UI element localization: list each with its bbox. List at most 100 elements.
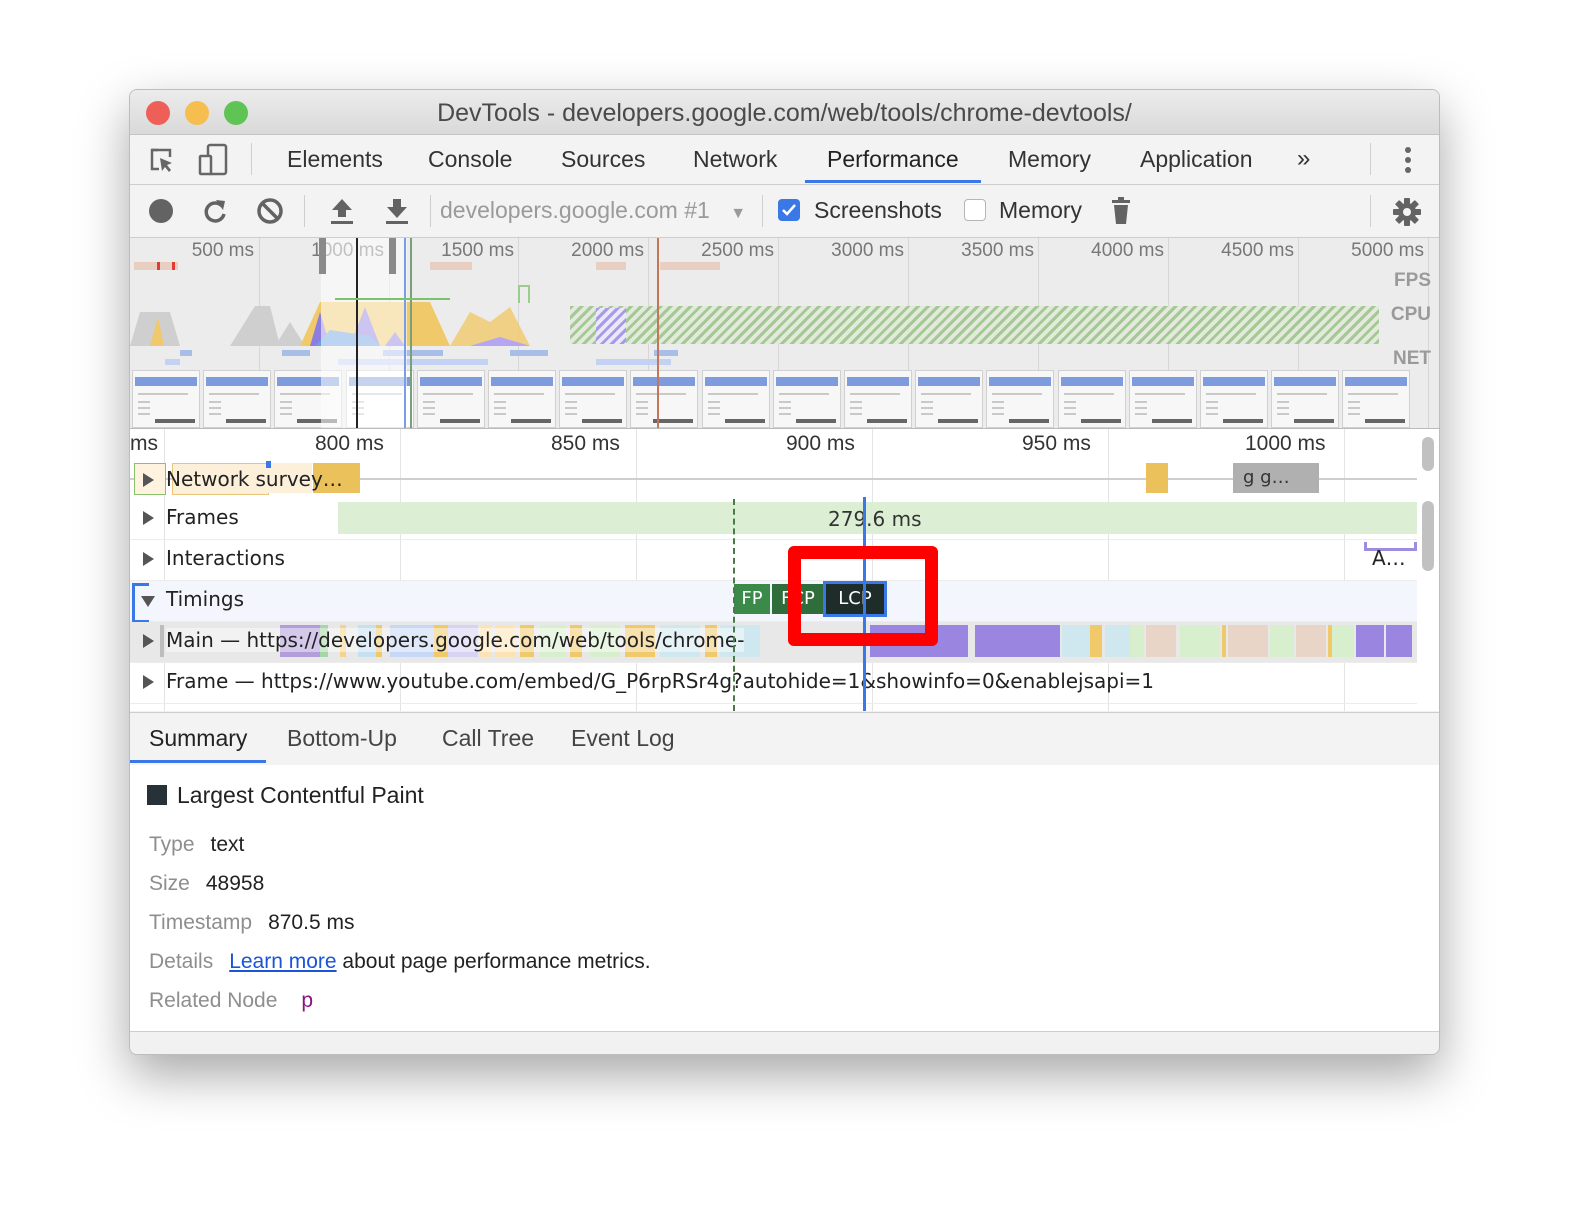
main-thread-task[interactable] <box>1296 625 1326 657</box>
flamechart-scrollbar[interactable] <box>1422 501 1434 571</box>
expand-arrow-icon[interactable] <box>143 634 154 648</box>
tab-network[interactable]: Network <box>693 135 777 183</box>
screenshot-thumbnail[interactable] <box>844 370 912 428</box>
tab-summary[interactable]: Summary <box>130 713 267 763</box>
trash-icon[interactable] <box>1110 196 1132 226</box>
screenshots-checkbox[interactable] <box>778 199 800 221</box>
expand-arrow-icon[interactable] <box>143 511 154 525</box>
selection-right-handle[interactable] <box>389 238 396 274</box>
download-icon[interactable] <box>384 197 410 225</box>
inspect-element-icon[interactable] <box>148 146 176 174</box>
upload-icon[interactable] <box>329 197 355 225</box>
screenshots-label[interactable]: Screenshots <box>814 197 942 224</box>
expand-arrow-icon[interactable] <box>143 675 154 689</box>
summary-row-size: Size 48958 <box>149 872 265 895</box>
screenshot-thumbnail[interactable] <box>1342 370 1411 428</box>
screenshot-thumbnail[interactable] <box>1200 370 1268 428</box>
track-network[interactable]: Network survey… g g… <box>130 461 1417 497</box>
flame-tick: 800 ms <box>315 432 384 455</box>
main-thread-task[interactable] <box>1386 625 1412 657</box>
track-main[interactable]: Main — https://developers.google.com/web… <box>130 622 1417 663</box>
main-thread-task[interactable] <box>1090 625 1102 657</box>
screenshot-thumbnail[interactable] <box>986 370 1055 428</box>
title-bar: DevTools - developers.google.com/web/too… <box>130 90 1439 135</box>
main-thread-task[interactable] <box>1332 625 1354 657</box>
divider <box>1370 143 1371 175</box>
collapse-arrow-icon[interactable] <box>141 596 155 607</box>
screenshot-thumbnail[interactable] <box>1057 370 1126 428</box>
device-toolbar-icon[interactable] <box>198 143 230 177</box>
screenshot-thumbnail[interactable] <box>416 370 485 428</box>
profile-select[interactable]: developers.google.com #1 ▼ <box>440 197 746 224</box>
tab-bottom-up[interactable]: Bottom-Up <box>287 713 397 763</box>
overview-tick: 4500 ms <box>1221 240 1294 261</box>
divider <box>251 143 252 175</box>
cpu-scripting-region <box>596 308 626 344</box>
main-thread-task[interactable] <box>975 625 1060 657</box>
screenshot-thumbnail[interactable] <box>1271 370 1340 428</box>
screenshot-thumbnail[interactable] <box>203 370 272 428</box>
track-label: Interactions <box>166 546 285 570</box>
tab-application[interactable]: Application <box>1140 135 1253 183</box>
memory-checkbox[interactable] <box>964 199 986 221</box>
screenshot-thumbnail[interactable] <box>701 370 770 428</box>
interaction-label[interactable]: A… <box>1372 546 1406 570</box>
track-frames[interactable]: 279.6 ms Frames <box>130 499 1417 540</box>
main-thread-task[interactable] <box>1356 625 1384 657</box>
fps-bar <box>172 262 175 270</box>
track-label: Timings <box>166 587 244 611</box>
record-icon[interactable] <box>148 198 174 224</box>
overview-tick: 3500 ms <box>961 240 1034 261</box>
flame-tick: 850 ms <box>551 432 620 455</box>
screenshot-thumbnail[interactable] <box>132 370 200 428</box>
main-thread-task[interactable] <box>160 625 164 657</box>
more-tabs-button[interactable]: » <box>1297 135 1310 183</box>
selection-left-handle[interactable] <box>319 238 326 274</box>
tab-event-log[interactable]: Event Log <box>571 713 675 763</box>
gear-icon[interactable] <box>1392 197 1422 227</box>
main-thread-task[interactable] <box>1105 625 1130 657</box>
screenshot-thumbnail[interactable] <box>915 370 984 428</box>
tab-call-tree[interactable]: Call Tree <box>442 713 534 763</box>
timing-mark-fp[interactable]: FP <box>734 584 770 614</box>
screenshot-thumbnail[interactable] <box>772 370 841 428</box>
main-thread-task[interactable] <box>1146 625 1176 657</box>
tab-performance[interactable]: Performance <box>805 135 981 183</box>
summary-title: Largest Contentful Paint <box>147 782 424 809</box>
timeline-overview[interactable]: 500 ms 1000 ms 1500 ms 2000 ms 2500 ms 3… <box>130 238 1439 429</box>
expand-arrow-icon[interactable] <box>143 473 154 487</box>
learn-more-link[interactable]: Learn more <box>229 950 336 973</box>
memory-label[interactable]: Memory <box>999 197 1082 224</box>
tab-memory[interactable]: Memory <box>1008 135 1091 183</box>
related-node-link[interactable]: p <box>301 989 313 1012</box>
main-thread-task[interactable] <box>1228 625 1268 657</box>
tab-elements[interactable]: Elements <box>287 135 383 183</box>
kebab-menu-icon[interactable] <box>1400 145 1416 175</box>
net-request <box>510 350 548 356</box>
main-thread-task[interactable] <box>1270 625 1294 657</box>
devtools-window: DevTools - developers.google.com/web/too… <box>129 89 1440 1055</box>
main-thread-task[interactable] <box>1180 625 1220 657</box>
track-label: Network survey… <box>166 467 343 491</box>
main-thread-task[interactable] <box>1222 625 1226 657</box>
main-thread-task[interactable] <box>1062 625 1090 657</box>
network-scrollbar[interactable] <box>1422 437 1434 471</box>
summary-row-details: Details Learn more about page performance… <box>149 950 651 973</box>
clear-icon[interactable] <box>256 197 284 225</box>
expand-arrow-icon[interactable] <box>143 552 154 566</box>
flame-chart[interactable]: ms 800 ms 850 ms 900 ms 950 ms 1000 ms N… <box>130 429 1439 711</box>
main-thread-task[interactable] <box>1130 625 1144 657</box>
flame-tick: 950 ms <box>1022 432 1091 455</box>
details-tabbar: Summary Bottom-Up Call Tree Event Log <box>130 712 1439 766</box>
tab-sources[interactable]: Sources <box>561 135 645 183</box>
tab-console[interactable]: Console <box>428 135 512 183</box>
panel-tabbar: Elements Console Sources Network Perform… <box>130 135 1439 185</box>
screenshot-thumbnail[interactable] <box>559 370 628 428</box>
track-timings[interactable]: Timings FP FCP LCP <box>130 581 1417 623</box>
reload-icon[interactable] <box>202 197 228 225</box>
track-interactions[interactable]: A… Interactions <box>130 540 1417 581</box>
track-iframe[interactable]: Frame — https://www.youtube.com/embed/G_… <box>130 663 1417 704</box>
screenshot-thumbnail[interactable] <box>630 370 699 428</box>
screenshot-thumbnail[interactable] <box>1128 370 1197 428</box>
screenshot-thumbnail[interactable] <box>488 370 556 428</box>
